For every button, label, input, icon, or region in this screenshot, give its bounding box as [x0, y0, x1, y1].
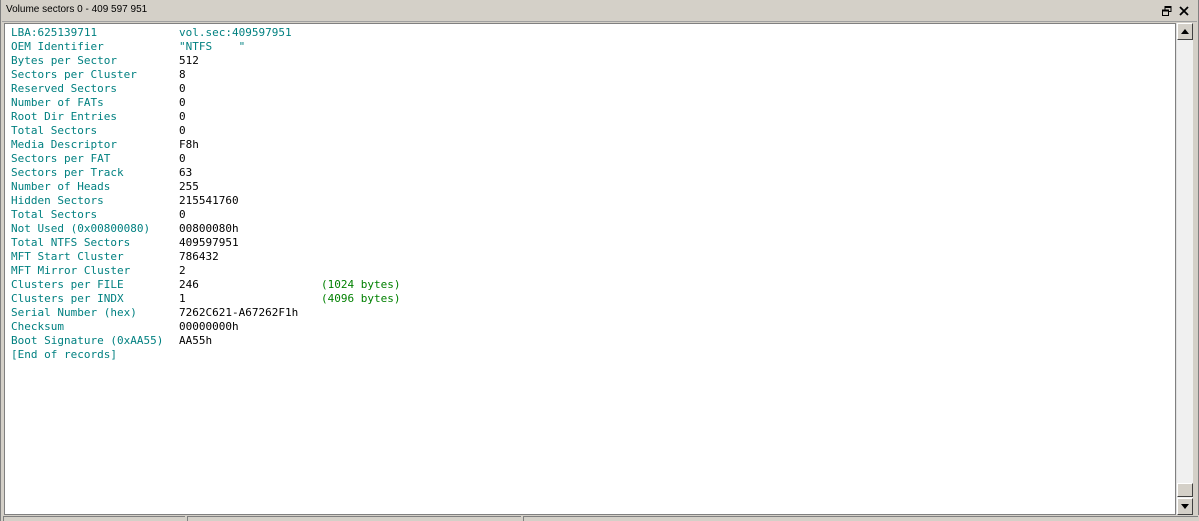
- record-label: MFT Mirror Cluster: [11, 264, 131, 277]
- record-row: Clusters per INDX 1 (4096 bytes): [11, 292, 400, 306]
- record-value: F8h: [179, 138, 199, 151]
- record-value: 215541760: [179, 194, 239, 207]
- record-row: OEM Identifier "NTFS ": [11, 40, 245, 54]
- status-pane-2: [187, 516, 521, 521]
- record-row: Clusters per FILE 246 (1024 bytes): [11, 278, 400, 292]
- record-row: Total Sectors 0: [11, 208, 186, 222]
- window-title: Volume sectors 0 - 409 597 951: [6, 4, 148, 15]
- record-value: 8: [179, 68, 186, 81]
- scroll-thumb[interactable]: [1177, 483, 1193, 497]
- record-value: 2: [179, 264, 186, 277]
- record-row: MFT Start Cluster 786432: [11, 250, 219, 264]
- lba-label: LBA:625139711: [11, 26, 98, 39]
- restore-button[interactable]: [1160, 4, 1174, 18]
- header-row: LBA:625139711 vol.sec:409597951: [11, 26, 292, 40]
- record-label: Bytes per Sector: [11, 54, 117, 67]
- record-label: Total Sectors: [11, 124, 98, 137]
- scroll-up-button[interactable]: [1177, 23, 1193, 40]
- close-button[interactable]: [1177, 4, 1191, 18]
- status-bar: [1, 515, 1199, 521]
- volume-sectors-window: Volume sectors 0 - 409 597 951 LBA:62513…: [0, 0, 1199, 521]
- record-row: Sectors per FAT 0: [11, 152, 186, 166]
- record-label: Checksum: [11, 320, 64, 333]
- record-value: 246: [179, 278, 199, 291]
- record-row: Bytes per Sector 512: [11, 54, 199, 68]
- record-value: 0: [179, 110, 186, 123]
- record-row: Total NTFS Sectors 409597951: [11, 236, 239, 250]
- end-of-records-row: [End of records]: [11, 348, 117, 362]
- record-label: Root Dir Entries: [11, 110, 117, 123]
- record-value: 512: [179, 54, 199, 67]
- record-value: 255: [179, 180, 199, 193]
- record-row: Hidden Sectors 215541760: [11, 194, 239, 208]
- end-of-records-marker: [End of records]: [11, 348, 117, 361]
- record-value: 0: [179, 96, 186, 109]
- records-view[interactable]: LBA:625139711 vol.sec:409597951 OEM Iden…: [4, 23, 1176, 515]
- vertical-scrollbar[interactable]: [1176, 23, 1193, 515]
- record-label: Sectors per FAT: [11, 152, 111, 165]
- record-value: 0: [179, 208, 186, 221]
- record-row: Sectors per Track 63: [11, 166, 192, 180]
- record-label: Boot Signature (0xAA55): [11, 334, 164, 347]
- record-label: Clusters per FILE: [11, 278, 124, 291]
- record-row: Not Used (0x00800080) 00800080h: [11, 222, 239, 236]
- record-row: Sectors per Cluster 8: [11, 68, 186, 82]
- record-label: MFT Start Cluster: [11, 250, 124, 263]
- record-value: 1: [179, 292, 186, 305]
- record-value: 0: [179, 82, 186, 95]
- record-note: (1024 bytes): [321, 278, 401, 291]
- record-note: (4096 bytes): [321, 292, 401, 305]
- record-value: 786432: [179, 250, 219, 263]
- record-row: Number of FATs 0: [11, 96, 186, 110]
- record-label: Total NTFS Sectors: [11, 236, 131, 249]
- status-pane-3: [523, 516, 1198, 521]
- record-value: 0: [179, 152, 186, 165]
- record-row: Root Dir Entries 0: [11, 110, 186, 124]
- record-label: Hidden Sectors: [11, 194, 104, 207]
- record-row: Total Sectors 0: [11, 124, 186, 138]
- record-value: 409597951: [179, 236, 239, 249]
- record-label: Total Sectors: [11, 208, 98, 221]
- scroll-down-button[interactable]: [1177, 498, 1193, 515]
- arrow-down-icon: [1181, 504, 1189, 509]
- record-row: Checksum 00000000h: [11, 320, 239, 334]
- record-value: 0: [179, 124, 186, 137]
- record-label: Clusters per INDX: [11, 292, 124, 305]
- record-label: Serial Number (hex): [11, 306, 137, 319]
- record-label: Not Used (0x00800080): [11, 222, 151, 235]
- status-pane-1: [3, 516, 185, 521]
- record-value: AA55h: [179, 334, 213, 347]
- volume-sector-label: vol.sec:409597951: [179, 26, 292, 39]
- record-row: MFT Mirror Cluster 2: [11, 264, 186, 278]
- record-value: 00800080h: [179, 222, 239, 235]
- record-value: 63: [179, 166, 193, 179]
- record-value: 00000000h: [179, 320, 239, 333]
- record-label: Media Descriptor: [11, 138, 117, 151]
- record-row: Media Descriptor F8h: [11, 138, 199, 152]
- arrow-up-icon: [1181, 29, 1189, 34]
- close-icon: [1179, 6, 1189, 16]
- record-label: OEM Identifier: [11, 40, 104, 53]
- records-list: LBA:625139711 vol.sec:409597951 OEM Iden…: [11, 26, 400, 362]
- record-label: Number of Heads: [11, 180, 111, 193]
- record-value: 7262C621-A67262F1h: [179, 306, 299, 319]
- record-label: Number of FATs: [11, 96, 104, 109]
- record-row: Serial Number (hex) 7262C621-A67262F1h: [11, 306, 298, 320]
- record-row: Reserved Sectors 0: [11, 82, 186, 96]
- title-bar[interactable]: Volume sectors 0 - 409 597 951: [2, 0, 1197, 22]
- record-label: Sectors per Cluster: [11, 68, 137, 81]
- restore-icon: [1162, 6, 1172, 16]
- record-row: Number of Heads 255: [11, 180, 199, 194]
- record-value: "NTFS ": [179, 40, 246, 53]
- record-label: Sectors per Track: [11, 166, 124, 179]
- record-row: Boot Signature (0xAA55) AA55h: [11, 334, 212, 348]
- record-label: Reserved Sectors: [11, 82, 117, 95]
